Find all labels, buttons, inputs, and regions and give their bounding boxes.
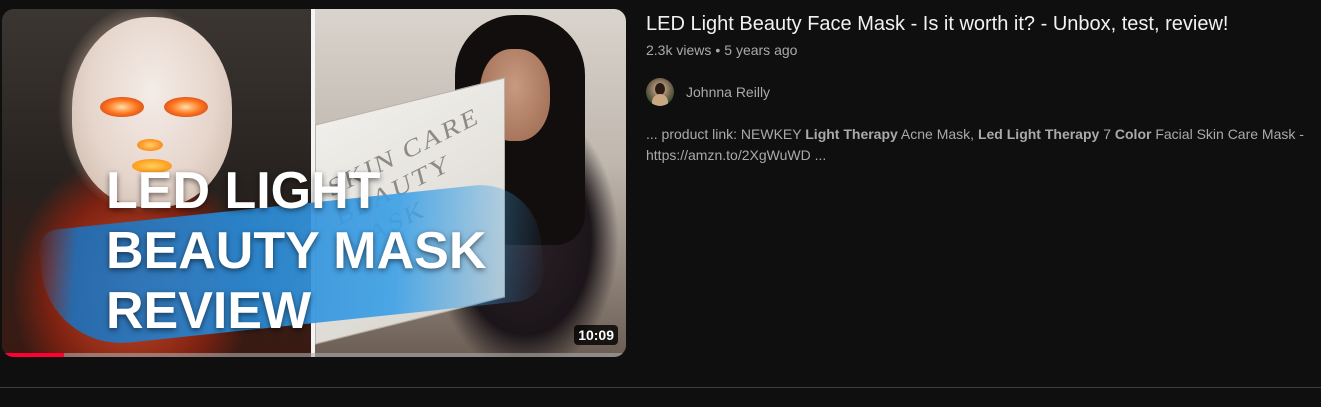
- description-snippet: ... product link: NEWKEY Light Therapy A…: [646, 124, 1321, 166]
- mask-eye-glow: [164, 97, 208, 117]
- view-count: 2.3k views: [646, 42, 712, 58]
- avatar-body-shape: [652, 94, 668, 106]
- watch-progress-bar: [2, 353, 626, 357]
- channel-avatar[interactable]: [646, 78, 674, 106]
- snippet-highlight: Light Therapy: [805, 126, 898, 142]
- thumbnail-title-line-2: BEAUTY MASK: [106, 222, 487, 280]
- meta-separator: •: [715, 42, 721, 58]
- upload-age: 5 years ago: [724, 42, 798, 58]
- snippet-text: Acne Mask,: [897, 126, 978, 142]
- snippet-text: Facial Skin Care Mask -: [1151, 126, 1304, 142]
- video-metadata: 2.3k views • 5 years ago: [646, 40, 1316, 60]
- snippet-highlight: Color: [1114, 126, 1152, 142]
- snippet-link-text: https://amzn.to/2XgWuWD ...: [646, 147, 827, 163]
- video-info: LED Light Beauty Face Mask - Is it worth…: [646, 10, 1316, 166]
- thumbnail-title-line-1: LED LIGHT: [106, 162, 381, 220]
- snippet-text: 7: [1099, 126, 1115, 142]
- mask-nose-glow: [137, 139, 163, 151]
- snippet-highlight: Led Light Therapy: [977, 126, 1100, 142]
- channel-name-link[interactable]: Johnna Reilly: [686, 84, 770, 100]
- channel-row: Johnna Reilly: [646, 78, 1316, 106]
- video-thumbnail[interactable]: SKIN CARE BEAUTY MASK LED LIGHT BEAUTY M…: [2, 9, 626, 357]
- thumbnail-title-line-3: REVIEW: [106, 282, 312, 340]
- snippet-text: ... product link: NEWKEY: [646, 126, 806, 142]
- search-result-video: SKIN CARE BEAUTY MASK LED LIGHT BEAUTY M…: [0, 0, 1321, 388]
- duration-badge: 10:09: [574, 325, 618, 345]
- mask-eye-glow: [100, 97, 144, 117]
- thumbnail-title-text: LED LIGHT BEAUTY MASK REVIEW: [106, 161, 486, 341]
- watch-progress-fill: [2, 353, 65, 357]
- video-title-link[interactable]: LED Light Beauty Face Mask - Is it worth…: [646, 10, 1316, 38]
